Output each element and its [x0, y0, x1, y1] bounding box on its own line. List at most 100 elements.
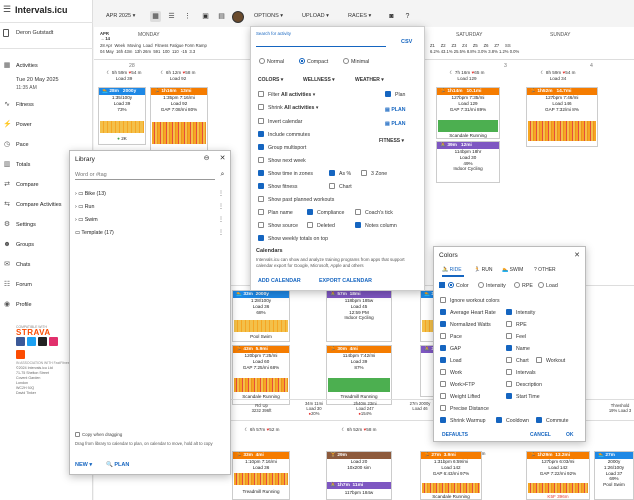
activity-card[interactable]: 🏃 1h52m 14.7mi 127bpm 7:46/mi Load 146 G… — [526, 87, 598, 147]
activity-card[interactable]: 🏃 30m 4mi 114bpm 7:42/mi Load 39 87% Tre… — [326, 345, 392, 405]
activity-card[interactable]: 🏊 28m 2000y 1:35/100y Load 39 73% ● 2K — [98, 87, 146, 145]
search-icon[interactable]: ⌕ — [218, 170, 227, 179]
show-source-checkbox[interactable]: Show source — [258, 222, 298, 230]
commute-checkbox[interactable]: Commute — [536, 417, 569, 425]
intensity-radio[interactable]: Intensity — [478, 282, 506, 289]
upload-menu[interactable]: UPLOAD ▾ — [302, 11, 329, 22]
plan-checkbox[interactable]: Plan — [385, 91, 405, 99]
new-button[interactable]: NEW ▾ — [75, 462, 92, 468]
colors-dropdown[interactable]: COLORS ▾ — [258, 77, 283, 83]
csv-button[interactable]: CSV — [401, 39, 412, 45]
tab-run[interactable]: 🏃 RUN — [474, 267, 492, 273]
sidebar-item-activities[interactable]: ▦ Activities — [0, 59, 93, 75]
pace-checkbox[interactable]: Pace — [440, 333, 462, 341]
month-selector[interactable]: APR 2025 ▾ — [106, 11, 135, 22]
load-checkbox[interactable]: Load — [440, 357, 462, 365]
work-checkbox[interactable]: Work — [440, 369, 462, 377]
collapse-icon[interactable]: ⊖ — [202, 154, 211, 163]
sidebar-item-power[interactable]: ⚡ Power — [0, 118, 93, 134]
plan-button-2[interactable]: ▤ PLAN — [385, 121, 405, 129]
filter-checkbox[interactable]: Filter All activities ▾ — [258, 91, 315, 99]
grid-view-icon[interactable]: ▦ — [150, 11, 161, 22]
close-icon[interactable]: ✕ — [574, 251, 580, 259]
compliance-checkbox[interactable]: Compliance — [307, 209, 344, 217]
density-normal-radio[interactable]: Normal — [259, 58, 284, 65]
twitter-icon[interactable] — [27, 337, 36, 346]
weight-lifted-checkbox[interactable]: Weight Lifted — [440, 393, 480, 401]
workout-checkbox[interactable]: Workout — [536, 357, 565, 365]
chart-checkbox[interactable]: Chart — [329, 183, 352, 191]
intervals-checkbox[interactable]: Intervals — [506, 369, 536, 377]
activity-card[interactable]: 🚴 57m 18mi 118bpm 185w Load 45 12:59 PM … — [326, 290, 392, 342]
deleted-checkbox[interactable]: Deleted — [307, 222, 335, 230]
table-view-icon[interactable]: ⋮ — [182, 11, 193, 22]
show-time-in-zones-checkbox[interactable]: Show time in zones — [258, 170, 313, 178]
density-minimal-radio[interactable]: Minimal — [343, 58, 369, 65]
library-folder[interactable]: › ▭ Run ⋮ — [75, 202, 225, 212]
chart-checkbox[interactable]: Chart — [506, 357, 529, 365]
sidebar-item-today[interactable]: Tue 20 May 2025 11:35 AM — [0, 76, 93, 94]
color-swatch[interactable] — [439, 282, 445, 288]
facebook-icon[interactable] — [16, 337, 25, 346]
notes-column-checkbox[interactable]: Notes column — [355, 222, 397, 230]
ok-button[interactable]: OK — [566, 432, 574, 438]
cancel-button[interactable]: CANCEL — [530, 432, 551, 438]
help-icon[interactable]: ? — [402, 11, 413, 22]
group-multisport-checkbox[interactable]: Group multisport — [258, 144, 306, 152]
tab-other[interactable]: ? OTHER — [534, 267, 556, 273]
density-compact-radio[interactable]: Compact — [299, 58, 328, 65]
library-folder[interactable]: › ▭ Swim ⋮ — [75, 215, 225, 225]
show-next-week-checkbox[interactable]: Show next week — [258, 157, 306, 165]
activity-card[interactable]: 🏃 27m 3.9mi 1:31bpm 6:59/mi Load 142 GAP… — [420, 451, 482, 500]
activity-card[interactable]: 🏋 29m Load 20 10x200 sim 🚴 1h7m 11mi 117… — [326, 451, 392, 500]
chart-view-icon[interactable]: ▤ — [216, 11, 227, 22]
export-calendar-button[interactable]: EXPORT CALENDAR — [319, 278, 372, 284]
as-percent-checkbox[interactable]: As % — [329, 170, 351, 178]
color-radio[interactable]: Color — [448, 282, 469, 289]
show-fitness-checkbox[interactable]: Show fitness — [258, 183, 297, 191]
library-search-input[interactable] — [75, 170, 215, 180]
avg-heart-rate-checkbox[interactable]: Average Heart Rate — [440, 309, 496, 317]
activity-search-input[interactable] — [256, 37, 386, 47]
more-icon[interactable]: ⋮ — [218, 189, 224, 199]
more-icon[interactable]: ⋮ — [218, 228, 224, 238]
filter-value[interactable]: All activities — [281, 92, 311, 98]
close-icon[interactable]: ✕ — [218, 154, 227, 163]
sidebar-item-fitness[interactable]: ∿ Fitness — [0, 98, 93, 114]
activity-card[interactable]: 🏃 1h29m 13.2mi 127bpm 6:03/mi Load 142 G… — [526, 451, 590, 500]
precise-distance-checkbox[interactable]: Precise Distance — [440, 405, 489, 413]
copy-dragging-checkbox[interactable]: Copy when dragging — [75, 432, 122, 437]
wellness-dropdown[interactable]: WELLNESS ▾ — [303, 77, 335, 83]
rpe-checkbox[interactable]: RPE — [506, 321, 527, 329]
show-past-planned-checkbox[interactable]: Show past planned workouts — [258, 196, 334, 204]
more-icon[interactable]: ⋮ — [218, 202, 224, 212]
activity-card[interactable]: 🏃 1h14m 10.1mi 127bpm 7:35/mi Load 129 G… — [436, 87, 500, 139]
ignore-workout-colors-checkbox[interactable]: Ignore workout colors — [440, 297, 500, 305]
library-folder[interactable]: ▭ Template (17) ⋮ — [75, 228, 225, 238]
rpe-radio[interactable]: RPE — [514, 282, 533, 289]
gap-checkbox[interactable]: GAP — [440, 345, 461, 353]
user-row[interactable]: Deron Gutstadt — [0, 25, 93, 45]
fitness-dropdown[interactable]: FITNESS ▾ — [379, 138, 404, 144]
shrink-warmup-checkbox[interactable]: Shrink Warmup — [440, 417, 486, 425]
normalized-watts-checkbox[interactable]: Normalized Watts — [440, 321, 491, 329]
tab-ride[interactable]: 🚴 RIDE — [442, 267, 462, 273]
strava-icon[interactable] — [16, 350, 25, 359]
work-ftp-checkbox[interactable]: Work>FTP — [440, 381, 475, 389]
feel-checkbox[interactable]: Feel — [506, 333, 526, 341]
shrink-value[interactable]: All activities — [284, 105, 314, 111]
threads-icon[interactable] — [38, 337, 47, 346]
activity-card[interactable]: 🏃 43m 5.9mi 120bpm 7:25/mi Load 60 GAP 7… — [232, 345, 290, 405]
activity-card[interactable]: 🏃 33m 4mi 1:10pm 7:16/mi Load 36 Treadmi… — [232, 451, 290, 500]
races-menu[interactable]: RACES ▾ — [348, 11, 371, 22]
instagram-icon[interactable] — [49, 337, 58, 346]
plan-name-checkbox[interactable]: Plan name — [258, 209, 293, 217]
defaults-button[interactable]: DEFAULTS — [442, 432, 468, 438]
intensity-checkbox[interactable]: Intensity — [506, 309, 535, 317]
name-checkbox[interactable]: Name — [506, 345, 530, 353]
app-logo[interactable]: Intervals.icu — [15, 5, 68, 15]
options-menu[interactable]: OPTIONS ▾ — [254, 11, 283, 22]
start-time-checkbox[interactable]: Start Time — [506, 393, 540, 401]
more-icon[interactable]: ⋮ — [218, 215, 224, 225]
cooldown-checkbox[interactable]: Cooldown — [496, 417, 529, 425]
